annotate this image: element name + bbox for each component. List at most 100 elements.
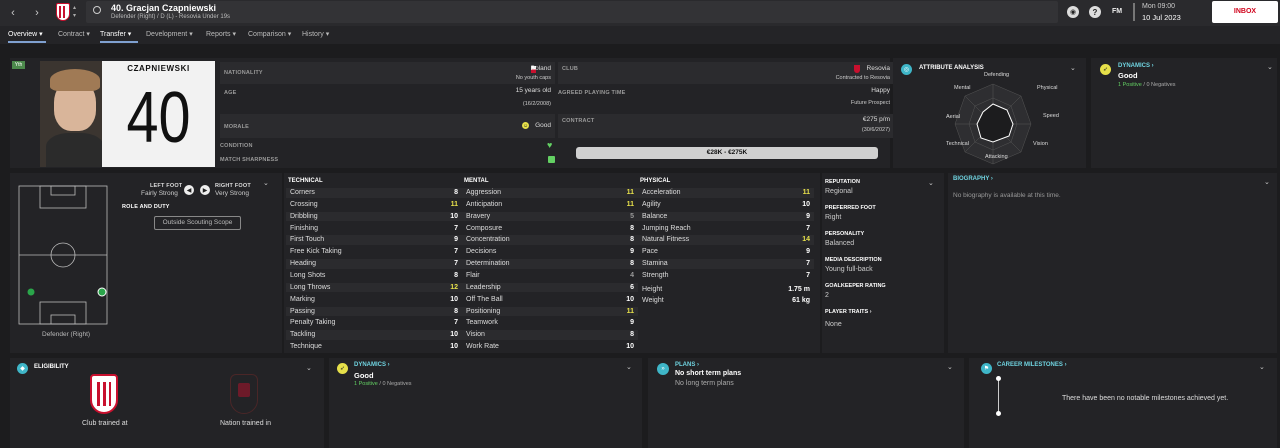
help-icon[interactable]: ? [1089,6,1101,18]
mental-attribute-row[interactable]: Bravery 5 [462,211,638,222]
mental-attribute-row[interactable]: Flair 4 [462,271,638,281]
club-value[interactable]: Resovia [867,65,890,72]
mental-attribute-row[interactable]: Anticipation 11 [462,200,638,210]
plans-link[interactable]: PLANS › [675,362,699,368]
physical-attribute-row[interactable]: Balance 9 [638,211,814,222]
tab-contract[interactable]: Contract ▾ [58,29,90,43]
youth-caps: No youth caps [515,75,551,81]
chevron-down-icon[interactable]: ⌄ [947,363,953,371]
mental-attribute-row[interactable]: Aggression 11 [462,188,638,198]
chevron-down-icon[interactable]: ⌄ [1259,363,1265,371]
morale-value[interactable]: Good [535,122,551,129]
technical-attribute-row[interactable]: First Touch 9 [286,235,462,245]
date-full[interactable]: 10 Jul 2023 [1142,13,1181,22]
attribute-value: 7 [454,319,458,327]
tab-comparison[interactable]: Comparison ▾ [248,29,291,43]
fm-menu-button[interactable]: FM [1112,8,1122,15]
nation-trained-crest[interactable] [230,374,258,414]
technical-attribute-row[interactable]: Crossing 11 [286,200,462,210]
transfer-value-bar[interactable]: €28K - €275K [576,147,878,159]
tab-overview[interactable]: Overview ▾ [8,29,46,43]
club-crest-icon[interactable] [56,3,70,21]
mental-attribute-row[interactable]: Teamwork 9 [462,318,638,328]
chevron-down-icon[interactable]: ⌄ [1264,178,1270,186]
dynamics-link[interactable]: DYNAMICS › [354,362,390,368]
physical-attribute-row[interactable]: Acceleration 11 [638,188,814,198]
world-icon[interactable]: ◉ [1067,6,1079,18]
technical-attribute-row[interactable]: Long Shots 8 [286,271,462,281]
scouting-scope-button[interactable]: Outside Scouting Scope [154,216,241,230]
technical-attribute-row[interactable]: Penalty Taking 7 [286,318,462,328]
technical-attribute-row[interactable]: Tackling 10 [286,330,462,340]
mental-attribute-row[interactable]: Concentration 8 [462,235,638,245]
nationality-value[interactable]: Poland [531,65,551,72]
tab-development[interactable]: Development ▾ [146,29,193,43]
inbox-button[interactable]: INBOX [1212,1,1278,23]
player-subtitle: Defender (Right) / D (L) - Resovia Under… [111,14,231,20]
tab-reports[interactable]: Reports ▾ [206,29,236,43]
attribute-name: Crossing [290,200,318,208]
top-bar: ‹ › ▴ ▾ 40. Gracjan Czapniewski Defender … [0,0,1280,26]
attribute-value: 8 [630,260,634,268]
technical-attribute-row[interactable]: Heading 7 [286,259,462,269]
player-traits-link[interactable]: PLAYER TRAITS › [825,309,872,315]
tab-transfer[interactable]: Transfer ▾ [100,29,138,43]
attribute-name: Off The Ball [466,295,503,303]
technical-attribute-row[interactable]: Long Throws 12 [286,282,462,293]
physical-attribute-row[interactable]: Pace 9 [638,247,814,257]
attribute-name: Flair [466,271,480,279]
tab-history[interactable]: History ▾ [302,29,329,43]
club-contracted: Contracted to Resovia [835,75,890,81]
technical-attribute-row[interactable]: Dribbling 10 [286,211,462,222]
mental-attribute-row[interactable]: Work Rate 10 [462,342,638,352]
date-day[interactable]: Mon 09:00 [1142,3,1175,10]
age-row: AGE 15 years old (16/2/2008) [220,86,555,108]
milestones-link[interactable]: CAREER MILESTONES › [997,362,1067,368]
attributes-panel: TECHNICAL MENTAL PHYSICAL Corners 8 Crossi… [284,173,820,353]
age-label: AGE [224,90,237,96]
chevron-down-icon[interactable]: ⌄ [306,364,312,372]
preferred-foot-label: PREFERRED FOOT [825,205,876,211]
physical-list: Acceleration 11 Agility 10 Balance 9 Jumping R… [638,188,814,353]
technical-attribute-row[interactable]: Corners 8 [286,188,462,198]
physical-attribute-row[interactable]: Agility 10 [638,200,814,210]
club-row: CLUB Resovia Contracted to Resovia [558,62,894,84]
mental-attribute-row[interactable]: Decisions 9 [462,247,638,257]
physical-attribute-row[interactable]: Jumping Reach 7 [638,224,814,234]
mental-attribute-row[interactable]: Determination 8 [462,259,638,269]
technical-attribute-row[interactable]: Technique 10 [286,342,462,352]
chevron-down-icon[interactable]: ⌄ [928,179,934,187]
back-icon[interactable]: ‹ [6,5,20,21]
attribute-name: Heading [290,260,317,268]
attribute-name: Decisions [466,248,497,256]
technical-attribute-row[interactable]: Finishing 7 [286,224,462,234]
mental-attribute-row[interactable]: Positioning 11 [462,306,638,316]
squad-switch-icon[interactable]: ▴ ▾ [73,4,76,20]
radar-label-defending: Defending [984,72,1010,78]
chevron-down-icon[interactable]: ⌄ [1070,64,1076,72]
physical-attribute-row[interactable]: Natural Fitness 14 [638,235,814,245]
attribute-name: Passing [290,307,315,315]
dynamics-panel-bottom: ➶ DYNAMICS › Good 1 Positive / 0 Negativ… [329,358,642,448]
forward-icon[interactable]: › [30,5,44,21]
chevron-down-icon[interactable]: ⌄ [263,179,269,187]
contract-wage[interactable]: €275 p/m [863,116,890,123]
mental-attribute-row[interactable]: Composure 8 [462,224,638,234]
mental-attribute-row[interactable]: Off The Ball 10 [462,295,638,305]
technical-attribute-row[interactable]: Passing 8 [286,306,462,316]
chevron-down-icon[interactable]: ⌄ [626,363,632,371]
player-search-box[interactable]: 40. Gracjan Czapniewski Defender (Right)… [86,1,1058,23]
dynamics-link[interactable]: DYNAMICS › [1118,63,1154,69]
biography-link[interactable]: BIOGRAPHY › [953,176,993,182]
club-trained-crest[interactable] [90,374,118,414]
technical-attribute-row[interactable]: Free Kick Taking 7 [286,247,462,257]
physical-attribute-row[interactable]: Strength 7 [638,271,814,281]
calendar-divider [1133,3,1135,21]
mental-attribute-row[interactable]: Vision 8 [462,330,638,340]
chevron-down-icon[interactable]: ⌄ [1267,63,1273,71]
technical-attribute-row[interactable]: Marking 10 [286,295,462,305]
mental-attribute-row[interactable]: Leadership 6 [462,282,638,293]
attribute-value: 11 [626,189,634,196]
mental-list: Aggression 11 Anticipation 11 Bravery 5 Compos… [462,188,638,353]
physical-attribute-row[interactable]: Stamina 7 [638,259,814,269]
